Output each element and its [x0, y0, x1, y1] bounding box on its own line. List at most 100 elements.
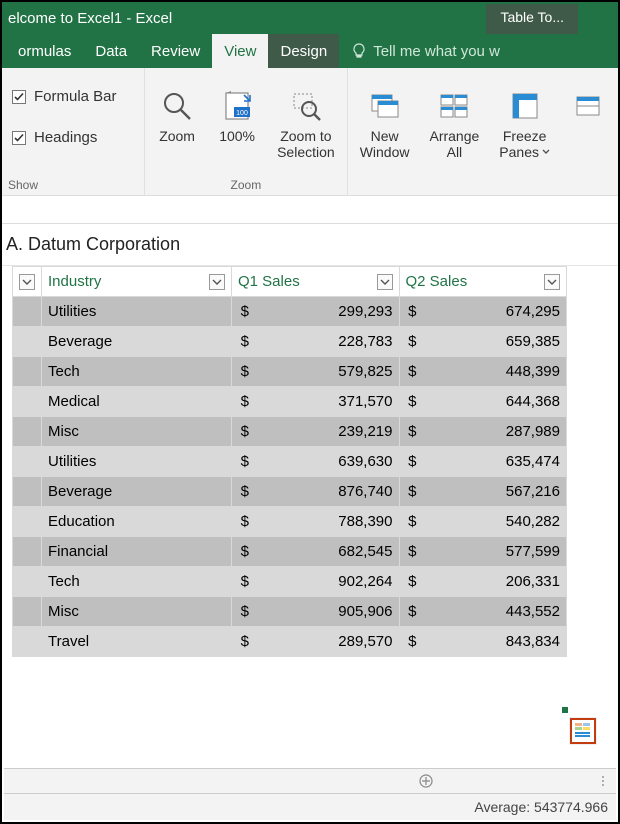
cell-blank[interactable]: [13, 357, 42, 387]
cell-q1-value[interactable]: 299,293: [258, 297, 400, 327]
filter-button[interactable]: [209, 274, 225, 290]
cell-blank[interactable]: [13, 537, 42, 567]
cell-q2-value[interactable]: 659,385: [425, 327, 567, 357]
cell-q2-value[interactable]: 540,282: [425, 507, 567, 537]
table-row[interactable]: Misc$239,219$287,989: [13, 417, 567, 447]
cell-q2-currency[interactable]: $: [399, 567, 425, 597]
cell-q2-currency[interactable]: $: [399, 297, 425, 327]
cell-q1-currency[interactable]: $: [232, 567, 258, 597]
tab-design[interactable]: Design: [268, 34, 339, 68]
table-row[interactable]: Travel$289,570$843,834: [13, 627, 567, 657]
table-row[interactable]: Tech$579,825$448,399: [13, 357, 567, 387]
cell-q1-value[interactable]: 239,219: [258, 417, 400, 447]
cell-q1-currency[interactable]: $: [232, 597, 258, 627]
table-row[interactable]: Beverage$876,740$567,216: [13, 477, 567, 507]
cell-industry[interactable]: Beverage: [42, 327, 232, 357]
fill-handle[interactable]: [562, 707, 568, 713]
cell-q2-value[interactable]: 443,552: [425, 597, 567, 627]
cell-q1-value[interactable]: 905,906: [258, 597, 400, 627]
cell-blank[interactable]: [13, 387, 42, 417]
cell-industry[interactable]: Education: [42, 507, 232, 537]
cell-q1-value[interactable]: 876,740: [258, 477, 400, 507]
cell-q2-value[interactable]: 644,368: [425, 387, 567, 417]
zoom-button[interactable]: Zoom: [151, 84, 203, 164]
cell-industry[interactable]: Tech: [42, 567, 232, 597]
cell-q1-currency[interactable]: $: [232, 477, 258, 507]
arrange-all-button[interactable]: ArrangeAll: [423, 84, 485, 164]
cell-industry[interactable]: Financial: [42, 537, 232, 567]
cell-blank[interactable]: [13, 597, 42, 627]
tab-review[interactable]: Review: [139, 34, 212, 68]
cell-q2-value[interactable]: 577,599: [425, 537, 567, 567]
cell-q1-currency[interactable]: $: [232, 507, 258, 537]
cell-blank[interactable]: [13, 297, 42, 327]
freeze-panes-button[interactable]: Freeze Panes: [493, 84, 556, 164]
cell-q2-currency[interactable]: $: [399, 447, 425, 477]
cell-q2-value[interactable]: 567,216: [425, 477, 567, 507]
cell-industry[interactable]: Utilities: [42, 297, 232, 327]
cell-blank[interactable]: [13, 447, 42, 477]
zoom-100-button[interactable]: 100 100%: [211, 84, 263, 164]
cell-q1-currency[interactable]: $: [232, 357, 258, 387]
cell-q1-currency[interactable]: $: [232, 327, 258, 357]
formula-bar[interactable]: [2, 196, 618, 224]
cell-q1-currency[interactable]: $: [232, 447, 258, 477]
tab-view[interactable]: View: [212, 34, 268, 68]
cell-industry[interactable]: Beverage: [42, 477, 232, 507]
cell-q2-value[interactable]: 206,331: [425, 567, 567, 597]
headings-checkbox[interactable]: Headings: [8, 123, 138, 152]
cell-q1-value[interactable]: 228,783: [258, 327, 400, 357]
cell-industry[interactable]: Misc: [42, 597, 232, 627]
cell-q2-currency[interactable]: $: [399, 507, 425, 537]
cell-q2-currency[interactable]: $: [399, 417, 425, 447]
cell-q2-value[interactable]: 843,834: [425, 627, 567, 657]
cell-q1-value[interactable]: 579,825: [258, 357, 400, 387]
new-window-button[interactable]: NewWindow: [354, 84, 416, 164]
cell-industry[interactable]: Medical: [42, 387, 232, 417]
contextual-tab-table-tools[interactable]: Table To...: [486, 4, 578, 34]
quick-analysis-button[interactable]: [570, 718, 596, 744]
filter-button[interactable]: [19, 274, 35, 290]
table-row[interactable]: Tech$902,264$206,331: [13, 567, 567, 597]
table-row[interactable]: Financial$682,545$577,599: [13, 537, 567, 567]
cell-industry[interactable]: Utilities: [42, 447, 232, 477]
cell-q1-currency[interactable]: $: [232, 537, 258, 567]
cell-blank[interactable]: [13, 417, 42, 447]
more-window-button[interactable]: [564, 84, 612, 164]
cell-q1-value[interactable]: 371,570: [258, 387, 400, 417]
cell-industry[interactable]: Tech: [42, 357, 232, 387]
formulabar-checkbox[interactable]: Formula Bar: [8, 82, 138, 111]
table-row[interactable]: Medical$371,570$644,368: [13, 387, 567, 417]
cell-q2-currency[interactable]: $: [399, 627, 425, 657]
cell-q1-value[interactable]: 902,264: [258, 567, 400, 597]
table-row[interactable]: Education$788,390$540,282: [13, 507, 567, 537]
header-blank[interactable]: [13, 267, 42, 297]
cell-blank[interactable]: [13, 567, 42, 597]
header-industry[interactable]: Industry: [42, 267, 232, 297]
cell-a1[interactable]: A. Datum Corporation: [2, 224, 618, 266]
tab-grip[interactable]: [590, 769, 616, 793]
cell-industry[interactable]: Misc: [42, 417, 232, 447]
cell-q2-currency[interactable]: $: [399, 537, 425, 567]
filter-button[interactable]: [377, 274, 393, 290]
cell-q2-currency[interactable]: $: [399, 597, 425, 627]
cell-q1-value[interactable]: 639,630: [258, 447, 400, 477]
cell-q2-value[interactable]: 674,295: [425, 297, 567, 327]
cell-q1-value[interactable]: 289,570: [258, 627, 400, 657]
cell-q2-currency[interactable]: $: [399, 327, 425, 357]
cell-q2-value[interactable]: 448,399: [425, 357, 567, 387]
zoom-to-selection-button[interactable]: Zoom toSelection: [271, 84, 341, 164]
table-row[interactable]: Utilities$299,293$674,295: [13, 297, 567, 327]
tab-data[interactable]: Data: [83, 34, 139, 68]
cell-blank[interactable]: [13, 627, 42, 657]
cell-q1-value[interactable]: 788,390: [258, 507, 400, 537]
cell-q1-value[interactable]: 682,545: [258, 537, 400, 567]
header-q1[interactable]: Q1 Sales: [232, 267, 400, 297]
cell-q2-currency[interactable]: $: [399, 477, 425, 507]
cell-q1-currency[interactable]: $: [232, 417, 258, 447]
table-row[interactable]: Misc$905,906$443,552: [13, 597, 567, 627]
cell-q2-value[interactable]: 287,989: [425, 417, 567, 447]
cell-q2-currency[interactable]: $: [399, 387, 425, 417]
cell-industry[interactable]: Travel: [42, 627, 232, 657]
filter-button[interactable]: [544, 274, 560, 290]
